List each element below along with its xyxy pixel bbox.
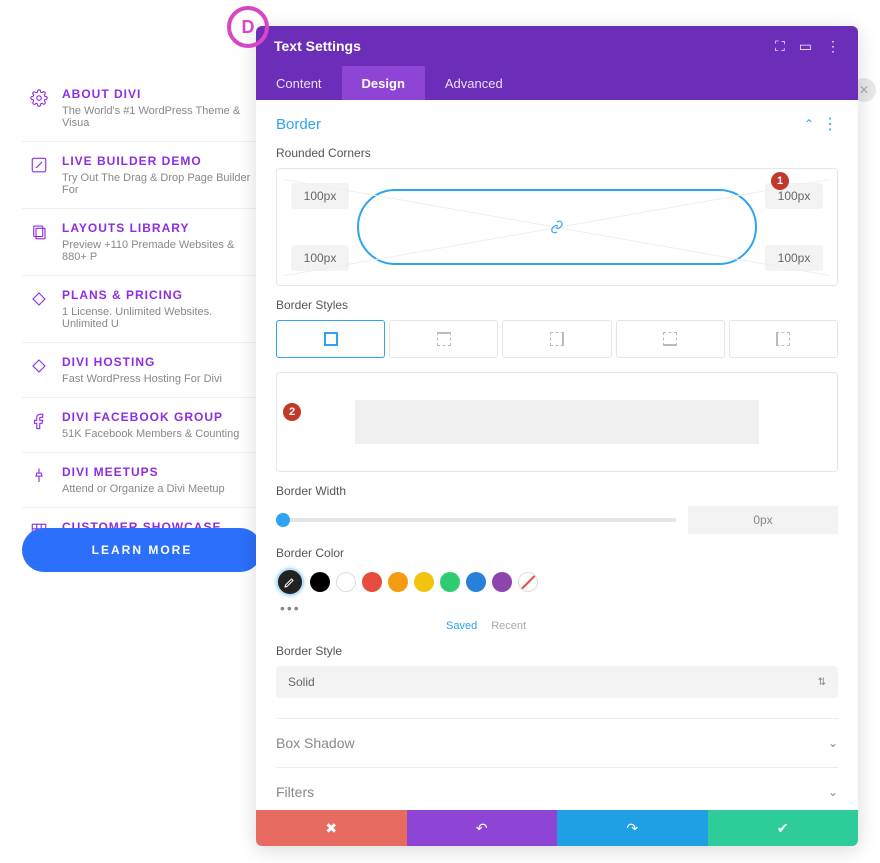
swatch-none[interactable] (518, 572, 538, 592)
sidebar-item-meetups[interactable]: DIVI MEETUPSAttend or Organize a Divi Me… (22, 452, 262, 507)
undo-button[interactable]: ↶ (407, 810, 558, 846)
section-box-shadow[interactable]: Box Shadow ⌄ (276, 718, 838, 767)
annotation-badge-2: 2 (283, 403, 301, 421)
corner-preview (357, 189, 757, 265)
expand-icon[interactable]: ⛶ (775, 38, 785, 55)
corner-bottom-right-input[interactable] (765, 245, 823, 271)
border-style-bottom[interactable] (616, 320, 725, 358)
border-width-slider[interactable] (276, 518, 676, 522)
border-style-all[interactable] (276, 320, 385, 358)
rounded-corners-label: Rounded Corners (276, 146, 838, 160)
tag-icon (30, 290, 48, 308)
tab-advanced[interactable]: Advanced (425, 66, 523, 100)
color-picker-button[interactable] (276, 568, 304, 596)
modal-footer: ✖ ↶ ↷ ✔ (256, 810, 858, 846)
swatch-blue[interactable] (466, 572, 486, 592)
save-button[interactable]: ✔ (708, 810, 859, 846)
border-width-input[interactable] (688, 506, 838, 534)
corner-top-left-input[interactable] (291, 183, 349, 209)
border-style-label: Border Style (276, 644, 838, 658)
color-tab-recent[interactable]: Recent (491, 620, 526, 632)
tag-icon (30, 357, 48, 375)
border-style-left[interactable] (729, 320, 838, 358)
pin-icon (30, 467, 48, 485)
modal-body: 1 Border ⌃ ⋮ Rounded Corners 2 Border St… (256, 100, 858, 810)
rounded-corners-control: 2 (276, 168, 838, 286)
menu-sub: The World's #1 WordPress Theme & Visua (62, 105, 254, 129)
responsive-icon[interactable]: ▭ (799, 38, 812, 55)
sidebar-item-facebook[interactable]: DIVI FACEBOOK GROUP51K Facebook Members … (22, 397, 262, 452)
modal-header: Text Settings ⛶ ▭ ⋮ (256, 26, 858, 66)
sidebar-item-about[interactable]: ABOUT DIVI The World's #1 WordPress Theme… (22, 75, 262, 141)
gear-icon (30, 89, 48, 107)
menu-title: ABOUT DIVI (62, 87, 254, 101)
corner-bottom-left-input[interactable] (291, 245, 349, 271)
learn-more-button[interactable]: LEARN MORE (22, 528, 262, 572)
swatch-orange[interactable] (388, 572, 408, 592)
cancel-button[interactable]: ✖ (256, 810, 407, 846)
border-style-select[interactable]: Solid ⇅ (276, 666, 838, 698)
modal-tabs: Content Design Advanced (256, 66, 858, 100)
border-style-top[interactable] (389, 320, 498, 358)
sidebar-item-hosting[interactable]: DIVI HOSTINGFast WordPress Hosting For D… (22, 342, 262, 397)
chevron-up-icon[interactable]: ⌃ (804, 117, 814, 131)
redo-button[interactable]: ↷ (557, 810, 708, 846)
select-arrows-icon: ⇅ (818, 677, 826, 688)
more-icon[interactable]: ⋮ (826, 38, 840, 55)
swatch-white[interactable] (336, 572, 356, 592)
swatch-green[interactable] (440, 572, 460, 592)
swatch-red[interactable] (362, 572, 382, 592)
section-more-icon[interactable]: ⋮ (822, 114, 838, 134)
color-swatches (276, 568, 538, 596)
sidebar-item-layouts[interactable]: LAYOUTS LIBRARYPreview +110 Premade Webs… (22, 208, 262, 275)
sidebar: ABOUT DIVI The World's #1 WordPress Theme… (22, 75, 262, 562)
sidebar-item-demo[interactable]: LIVE BUILDER DEMOTry Out The Drag & Drop… (22, 141, 262, 208)
border-styles-label: Border Styles (276, 298, 838, 312)
modal-title: Text Settings (274, 38, 775, 54)
section-border-title[interactable]: Border (276, 116, 321, 133)
pencil-icon (30, 156, 48, 174)
chevron-down-icon: ⌄ (828, 736, 838, 750)
tab-content[interactable]: Content (256, 66, 342, 100)
border-preview (276, 372, 838, 472)
border-color-label: Border Color (276, 546, 838, 560)
swatch-purple[interactable] (492, 572, 512, 592)
annotation-badge-1: 1 (771, 172, 789, 190)
tab-design[interactable]: Design (342, 66, 425, 100)
swatch-more-icon[interactable]: ••• (280, 600, 301, 616)
border-width-label: Border Width (276, 484, 838, 498)
swatch-black[interactable] (310, 572, 330, 592)
section-filters[interactable]: Filters ⌄ (276, 767, 838, 810)
facebook-icon (30, 412, 48, 430)
link-icon[interactable] (550, 220, 564, 234)
swatch-yellow[interactable] (414, 572, 434, 592)
color-tab-saved[interactable]: Saved (446, 620, 477, 632)
layers-icon (30, 223, 48, 241)
chevron-down-icon: ⌄ (828, 785, 838, 799)
sidebar-item-pricing[interactable]: PLANS & PRICING1 License. Unlimited Webs… (22, 275, 262, 342)
settings-modal: Text Settings ⛶ ▭ ⋮ Content Design Advan… (256, 26, 858, 846)
divi-logo: D (227, 6, 269, 48)
border-style-right[interactable] (502, 320, 611, 358)
border-styles-group (276, 320, 838, 358)
